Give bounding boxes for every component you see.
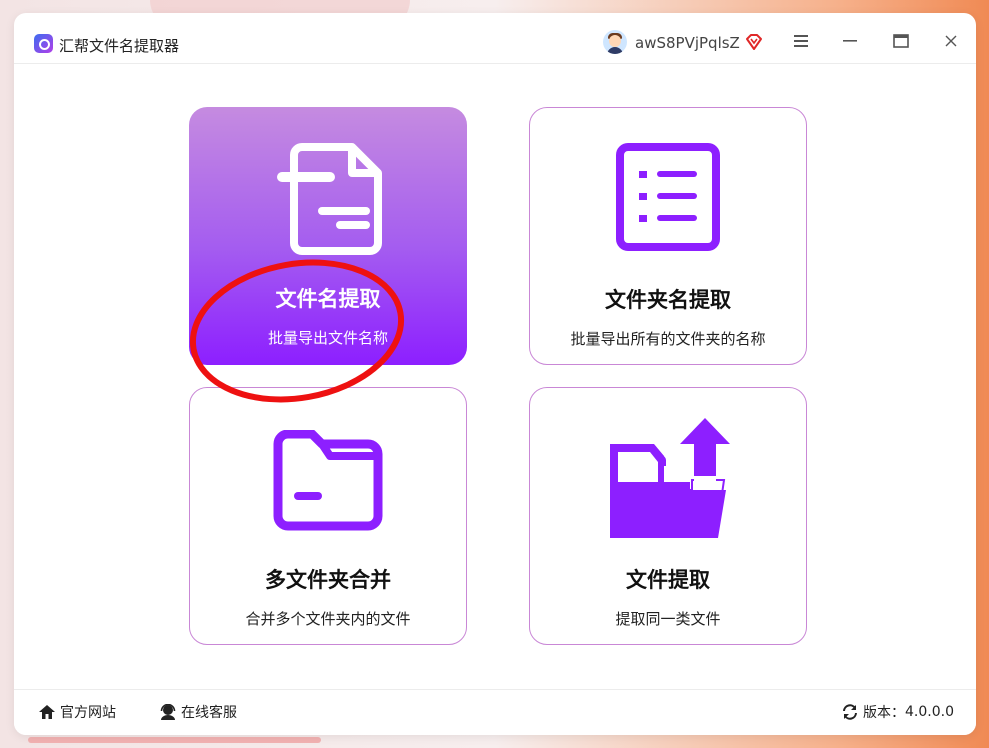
close-icon <box>945 35 957 47</box>
refresh-icon <box>843 704 858 720</box>
user-avatar[interactable] <box>603 30 627 54</box>
card-title: 文件提取 <box>626 568 710 592</box>
main-content: 文件名提取 批量导出文件名称 文件夹名提取 批量导出所有的文件夹的名称 多文件夹… <box>14 64 976 688</box>
card-file-name-extract[interactable]: 文件名提取 批量导出文件名称 <box>189 107 467 365</box>
close-button[interactable] <box>937 27 965 55</box>
maximize-icon <box>893 34 909 48</box>
app-title: 汇帮文件名提取器 <box>59 37 180 55</box>
online-service-link[interactable]: 在线客服 <box>159 702 237 722</box>
title-bar: 汇帮文件名提取器 awS8PVjPqlsZ <box>14 13 976 64</box>
version-label: 版本： <box>863 705 906 721</box>
username[interactable]: awS8PVjPqlsZ <box>635 34 740 52</box>
card-file-extract[interactable]: 文件提取 提取同一类文件 <box>529 387 807 645</box>
file-document-icon <box>277 143 382 255</box>
footer-bar: 官方网站 在线客服 版本： 4.0.0.0 <box>14 689 976 735</box>
version-number: 4.0.0.0 <box>905 704 954 720</box>
version-info[interactable]: 版本： 4.0.0.0 <box>841 702 954 722</box>
folder-upload-icon <box>610 418 730 538</box>
card-folder-name-extract[interactable]: 文件夹名提取 批量导出所有的文件夹的名称 <box>529 107 807 365</box>
minimize-button[interactable] <box>836 27 864 55</box>
background-bar <box>28 737 321 743</box>
menu-button[interactable] <box>787 27 815 55</box>
card-title: 多文件夹合并 <box>265 568 391 592</box>
maximize-button[interactable] <box>887 27 915 55</box>
vip-diamond-icon[interactable] <box>745 33 763 51</box>
hamburger-menu-icon <box>794 35 808 47</box>
app-logo-icon <box>34 34 53 53</box>
card-description: 批量导出所有的文件夹的名称 <box>570 330 766 348</box>
minimize-icon <box>843 40 857 42</box>
list-icon <box>616 143 720 251</box>
customer-service-icon <box>160 704 176 720</box>
card-description: 批量导出文件名称 <box>267 329 388 347</box>
official-website-link[interactable]: 官方网站 <box>38 702 116 722</box>
home-icon <box>39 705 55 719</box>
online-service-label: 在线客服 <box>181 705 237 721</box>
card-description: 提取同一类文件 <box>615 610 721 628</box>
official-website-label: 官方网站 <box>60 705 116 721</box>
app-window: 汇帮文件名提取器 awS8PVjPqlsZ 文件名提取 批量导出文件名称 文件夹… <box>14 13 976 735</box>
folder-icon <box>273 430 383 531</box>
card-title: 文件夹名提取 <box>605 288 731 312</box>
card-description: 合并多个文件夹内的文件 <box>245 610 411 628</box>
card-title: 文件名提取 <box>275 287 381 311</box>
card-multi-folder-merge[interactable]: 多文件夹合并 合并多个文件夹内的文件 <box>189 387 467 645</box>
